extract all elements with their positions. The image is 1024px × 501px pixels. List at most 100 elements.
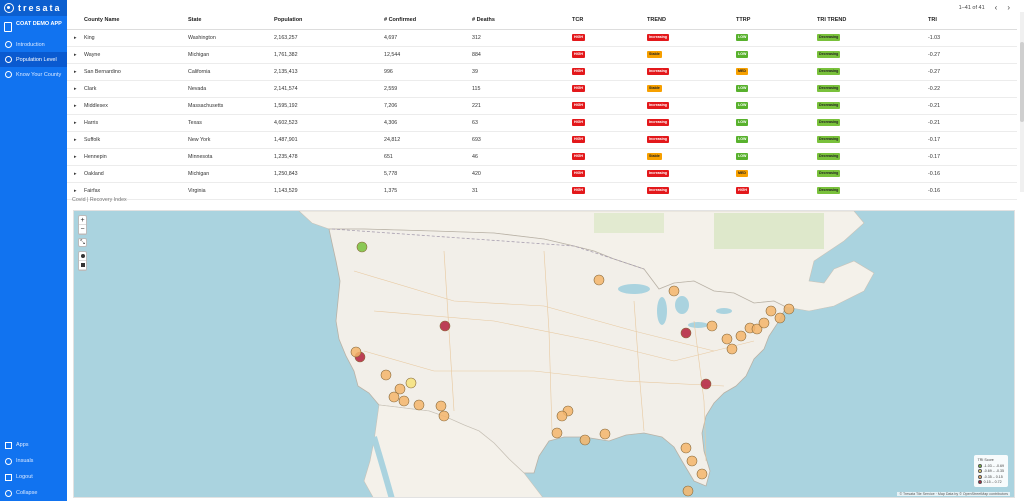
table-row[interactable]: ▸ Fairfax Virginia 1,143,529 1,375 31 HIGH Incr…	[67, 182, 1017, 200]
trend-cell: Increasing	[644, 29, 733, 47]
confirmed-cell: 4,306	[381, 114, 469, 132]
county-marker[interactable]	[388, 391, 400, 403]
expand-row-button[interactable]: ▸	[67, 29, 81, 47]
draw-rectangle-button[interactable]	[79, 261, 86, 270]
county-marker[interactable]	[405, 377, 417, 389]
tri-trend-badge: Decreasing	[817, 34, 841, 41]
county-marker[interactable]	[380, 369, 392, 381]
population-cell: 4,602,523	[271, 114, 381, 132]
county-marker[interactable]	[774, 312, 786, 324]
legend-item: 0.15 – 0.72	[977, 480, 1004, 484]
next-page-button[interactable]: ›	[1007, 3, 1010, 12]
county-marker[interactable]	[350, 346, 362, 358]
nav-insuals[interactable]: Insuals	[0, 453, 67, 469]
ttrp-cell: MED	[733, 63, 814, 81]
tri-trend-cell: Decreasing	[814, 148, 925, 166]
table-row[interactable]: ▸ Oakland Michigan 1,250,843 5,778 420 HIGH Inc…	[67, 165, 1017, 183]
county-marker[interactable]	[556, 410, 568, 422]
nav-introduction[interactable]: Introduction	[0, 37, 67, 52]
county-marker[interactable]	[680, 327, 692, 339]
county-marker[interactable]	[706, 320, 718, 332]
table-row[interactable]: ▸ King Washington 2,163,257 4,697 312 HIGH Incr…	[67, 29, 1017, 47]
zoom-in-button[interactable]: +	[79, 216, 86, 225]
expand-row-button[interactable]: ▸	[67, 97, 81, 115]
nav-label: Insuals	[16, 458, 34, 464]
trend-badge: Increasing	[647, 34, 669, 41]
county-marker[interactable]	[413, 399, 425, 411]
tcr-badge: HIGH	[572, 102, 585, 109]
table-row[interactable]: ▸ San Bernardino California 2,135,413 996 39 H…	[67, 63, 1017, 81]
fullscreen-icon[interactable]: ⤡	[78, 238, 87, 247]
county-marker[interactable]	[686, 455, 698, 467]
col-tcr[interactable]: TCR	[569, 12, 644, 30]
table-row[interactable]: ▸ Suffolk New York 1,487,901 24,812 693 HIGH In…	[67, 131, 1017, 149]
ttrp-cell: LOW	[733, 131, 814, 149]
expand-row-button[interactable]: ▸	[67, 114, 81, 132]
confirmed-cell: 7,206	[381, 97, 469, 115]
table-row[interactable]: ▸ Clark Nevada 2,141,574 2,559 115 HIGH Stable L…	[67, 80, 1017, 98]
expand-row-button[interactable]: ▸	[67, 80, 81, 98]
expand-row-button[interactable]: ▸	[67, 63, 81, 81]
col-confirmed[interactable]: # Confirmed	[381, 12, 469, 30]
trend-badge: Increasing	[647, 136, 669, 143]
col-tri[interactable]: TRI	[925, 12, 1017, 30]
county-marker[interactable]	[700, 378, 712, 390]
map-canvas[interactable]	[74, 211, 1015, 498]
county-marker[interactable]	[765, 305, 777, 317]
county-marker[interactable]	[680, 442, 692, 454]
table-row[interactable]: ▸ Harris Texas 4,602,523 4,306 63 HIGH Increasi…	[67, 114, 1017, 132]
col-tri-trend[interactable]: TRI TREND	[814, 12, 925, 30]
county-marker[interactable]	[551, 427, 563, 439]
county-marker[interactable]	[783, 303, 795, 315]
county-marker[interactable]	[593, 274, 605, 286]
col-ttrp[interactable]: TTRP	[733, 12, 814, 30]
county-marker[interactable]	[696, 468, 708, 480]
county-name-cell: Middlesex	[81, 97, 185, 115]
prev-page-button[interactable]: ‹	[995, 3, 998, 12]
nav-collapse[interactable]: Collapse	[0, 485, 67, 501]
state-cell: Michigan	[185, 165, 271, 183]
table-row[interactable]: ▸ Middlesex Massachusetts 1,595,192 7,206 221…	[67, 97, 1017, 115]
county-marker[interactable]	[758, 317, 770, 329]
table-row[interactable]: ▸ Hennepin Minnesota 1,235,478 651 46 HIGH Stab…	[67, 148, 1017, 166]
expand-row-button[interactable]: ▸	[67, 148, 81, 166]
county-marker[interactable]	[439, 320, 451, 332]
tri-trend-cell: Decreasing	[814, 182, 925, 200]
county-marker[interactable]	[668, 285, 680, 297]
county-marker[interactable]	[579, 434, 591, 446]
col-trend[interactable]: TREND	[644, 12, 733, 30]
county-marker[interactable]	[356, 241, 368, 253]
nav-know-your-county[interactable]: Know Your County	[0, 67, 67, 82]
col-county-name[interactable]: County Name	[81, 12, 185, 30]
us-map[interactable]: + − ⤡ TRI Score -1.03 – -0.69 -0.69 – -0.…	[73, 210, 1015, 498]
expand-row-button[interactable]: ▸	[67, 46, 81, 64]
app-header: COAT DEMO APP	[0, 16, 67, 37]
trend-cell: Increasing	[644, 97, 733, 115]
col-deaths[interactable]: # Deaths	[469, 12, 569, 30]
county-marker[interactable]	[735, 330, 747, 342]
document-icon	[4, 22, 12, 32]
nav-logout[interactable]: Logout	[0, 469, 67, 485]
table-row[interactable]: ▸ Wayne Michigan 1,761,382 12,544 884 HIGH Stab…	[67, 46, 1017, 64]
col-state[interactable]: State	[185, 12, 271, 30]
expand-row-button[interactable]: ▸	[67, 165, 81, 183]
trend-badge: Increasing	[647, 187, 669, 194]
county-marker[interactable]	[726, 343, 738, 355]
county-marker[interactable]	[435, 400, 447, 412]
nav-apps[interactable]: Apps	[0, 437, 67, 453]
scrollbar-thumb[interactable]	[1020, 42, 1024, 122]
county-marker[interactable]	[682, 485, 694, 497]
trend-cell: Stable	[644, 46, 733, 64]
draw-circle-button[interactable]	[79, 252, 86, 261]
zoom-out-button[interactable]: −	[79, 225, 86, 234]
county-marker[interactable]	[438, 410, 450, 422]
county-marker[interactable]	[599, 428, 611, 440]
state-cell: New York	[185, 131, 271, 149]
tri-trend-badge: Decreasing	[817, 119, 841, 126]
county-marker[interactable]	[721, 333, 733, 345]
col-population[interactable]: Population	[271, 12, 381, 30]
expand-row-button[interactable]: ▸	[67, 131, 81, 149]
nav-population-level[interactable]: Population Level	[0, 52, 67, 67]
table-scrollbar[interactable]	[1020, 12, 1024, 192]
county-marker[interactable]	[398, 395, 410, 407]
